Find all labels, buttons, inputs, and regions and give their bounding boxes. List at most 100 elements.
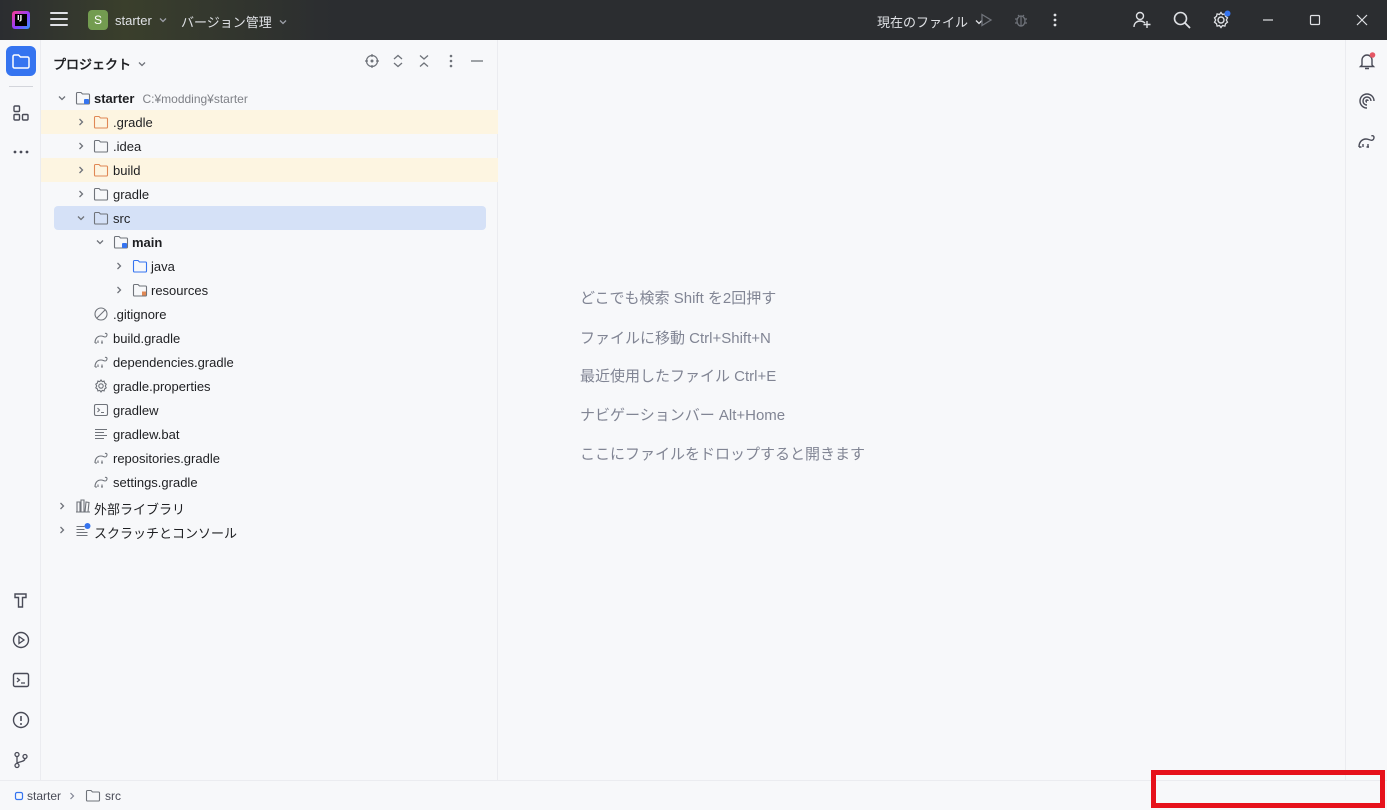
tree-label: src: [113, 211, 131, 226]
tree-row-selected[interactable]: src: [54, 206, 486, 230]
tree-row[interactable]: gradlew.bat: [41, 422, 498, 446]
build-tool-window-button[interactable]: [6, 585, 36, 615]
divider: [9, 86, 33, 87]
tree-label: dependencies.gradle: [113, 355, 234, 370]
tree-row[interactable]: main: [41, 230, 498, 254]
tree-label: gradle: [113, 187, 150, 202]
library-icon: [76, 499, 90, 513]
chevron-right-icon: [70, 792, 75, 800]
module-folder-icon: [113, 235, 129, 249]
debug-icon[interactable]: [1011, 10, 1031, 30]
panel-title-dropdown[interactable]: プロジェクト: [53, 54, 147, 73]
tree-label: スクラッチとコンソール: [94, 526, 238, 541]
close-window-icon[interactable]: [1352, 10, 1372, 30]
run-configuration-selector[interactable]: 現在のファイル: [877, 12, 984, 31]
notifications-button[interactable]: [1352, 46, 1382, 76]
chevron-down-icon: [138, 61, 146, 66]
minimize-window-icon[interactable]: [1258, 10, 1278, 30]
run-config-label: 現在のファイル: [877, 15, 969, 30]
settings-gear-icon[interactable]: [1211, 10, 1231, 30]
run-circle-icon: [12, 631, 30, 649]
hide-panel-icon[interactable]: [468, 52, 486, 70]
gradle-file-icon: [94, 356, 108, 368]
options-icon[interactable]: [442, 52, 460, 70]
run-tool-window-button[interactable]: [6, 625, 36, 655]
git-tool-window-button[interactable]: [6, 745, 36, 775]
more-actions-icon[interactable]: [1045, 10, 1065, 30]
module-folder-icon: [75, 91, 91, 105]
tree-row[interactable]: build: [41, 158, 498, 182]
chevron-down-icon[interactable]: [76, 213, 86, 223]
tree-row[interactable]: dependencies.gradle: [41, 350, 498, 374]
chevron-right-icon[interactable]: [76, 117, 86, 127]
run-icon[interactable]: [976, 10, 996, 30]
expand-all-icon[interactable]: [389, 52, 407, 70]
warning-circle-icon: [12, 711, 30, 729]
vcs-label: バージョン管理: [181, 15, 272, 30]
tree-label: repositories.gradle: [113, 451, 220, 466]
project-tool-window: プロジェクト starter C:¥modding¥starter .gradl…: [41, 40, 498, 780]
tree-row[interactable]: resources: [41, 278, 498, 302]
vcs-menu[interactable]: バージョン管理: [181, 12, 288, 31]
terminal-tool-window-button[interactable]: [6, 665, 36, 695]
tree-row[interactable]: .gradle: [41, 110, 498, 134]
tree-row[interactable]: gradlew: [41, 398, 498, 422]
panel-header: プロジェクト: [41, 40, 498, 82]
project-tool-window-button[interactable]: [6, 46, 36, 76]
collapse-all-icon[interactable]: [415, 52, 433, 70]
tree-row-root[interactable]: starter C:¥modding¥starter: [41, 86, 498, 110]
main-menu-icon[interactable]: [50, 12, 68, 28]
properties-gear-icon: [95, 379, 107, 393]
right-tool-window-bar: [1345, 40, 1387, 780]
git-branch-icon: [14, 751, 28, 769]
problems-tool-window-button[interactable]: [6, 705, 36, 735]
tree-label: gradle.properties: [113, 379, 211, 394]
gradle-tool-window-button[interactable]: [1352, 126, 1382, 156]
maximize-window-icon[interactable]: [1305, 10, 1325, 30]
chevron-right-icon[interactable]: [114, 285, 124, 295]
project-name: starter: [115, 12, 152, 28]
chevron-right-icon[interactable]: [76, 165, 86, 175]
tree-row[interactable]: スクラッチとコンソール: [41, 518, 498, 542]
title-bar: IJ S starter バージョン管理 現在のファイル: [0, 0, 1387, 40]
tree-row[interactable]: settings.gradle: [41, 470, 498, 494]
breadcrumb-label: src: [105, 789, 121, 803]
tree-row[interactable]: gradle: [41, 182, 498, 206]
excluded-folder-icon: [93, 163, 109, 177]
ignore-file-icon: [94, 307, 108, 321]
tree-row[interactable]: 外部ライブラリ: [41, 494, 498, 518]
tree-row[interactable]: .idea: [41, 134, 498, 158]
more-tool-windows-button[interactable]: [6, 137, 36, 167]
tree-row[interactable]: java: [41, 254, 498, 278]
tree-label: build.gradle: [113, 331, 181, 346]
tree-label: settings.gradle: [113, 475, 198, 490]
tree-label: 外部ライブラリ: [94, 502, 186, 517]
search-icon[interactable]: [1172, 10, 1192, 30]
folder-icon: [93, 187, 109, 201]
chevron-right-icon[interactable]: [57, 501, 67, 511]
chevron-right-icon[interactable]: [114, 261, 124, 271]
chevron-down-icon: [159, 18, 167, 23]
module-square-icon: [14, 791, 24, 801]
chevron-down-icon[interactable]: [95, 237, 105, 247]
chevron-right-icon[interactable]: [76, 141, 86, 151]
folder-icon: [12, 54, 30, 69]
tree-row[interactable]: .gitignore: [41, 302, 498, 326]
add-user-icon[interactable]: [1132, 10, 1152, 30]
breadcrumb-item-src[interactable]: src: [85, 789, 121, 803]
chevron-down-icon[interactable]: [57, 93, 67, 103]
gradle-file-icon: [94, 332, 108, 344]
tree-row[interactable]: repositories.gradle: [41, 446, 498, 470]
project-switcher[interactable]: S starter: [88, 9, 168, 31]
chevron-right-icon[interactable]: [57, 525, 67, 535]
breadcrumb-item-project[interactable]: starter: [14, 789, 61, 803]
tree-row[interactable]: build.gradle: [41, 326, 498, 350]
editor-area[interactable]: どこでも検索 Shift を2回押す ファイルに移動 Ctrl+Shift+N …: [499, 40, 1345, 780]
tree-row[interactable]: gradle.properties: [41, 374, 498, 398]
text-file-icon: [95, 428, 107, 440]
structure-tool-window-button[interactable]: [6, 98, 36, 128]
locate-file-icon[interactable]: [363, 52, 381, 70]
chevron-right-icon[interactable]: [76, 189, 86, 199]
app-logo-icon[interactable]: IJ: [12, 11, 30, 29]
ai-assistant-button[interactable]: [1352, 86, 1382, 116]
